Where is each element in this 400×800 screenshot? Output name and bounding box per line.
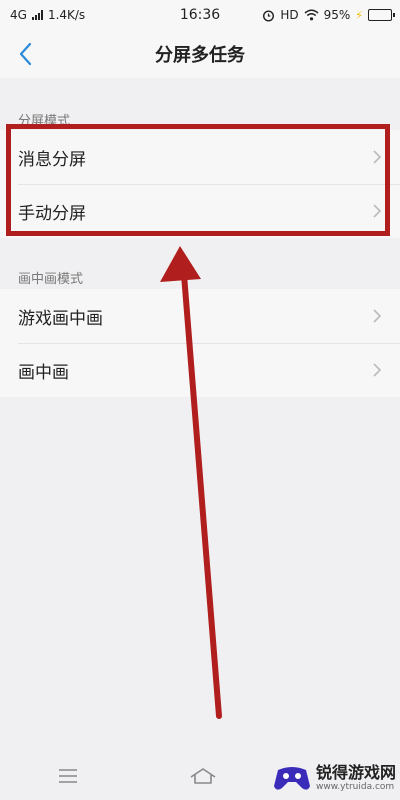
pip-mode-list: 游戏画中画 画中画 <box>0 289 400 397</box>
menu-button[interactable] <box>48 756 88 796</box>
list-item-pip[interactable]: 画中画 <box>0 343 400 397</box>
status-bar: 4G 1.4K/s 16:36 HD 95% ⚡ <box>0 0 400 30</box>
item-label: 手动分屏 <box>18 203 86 224</box>
status-left: 4G 1.4K/s <box>10 8 85 22</box>
chevron-right-icon <box>373 309 382 323</box>
charging-icon: ⚡ <box>355 8 363 22</box>
status-right: HD 95% ⚡ <box>262 8 395 22</box>
alarm-icon <box>263 9 275 22</box>
list-item-manual-split[interactable]: 手动分屏 <box>0 184 400 238</box>
battery-percent: 95% <box>323 8 351 22</box>
section-label-split-mode: 分屏模式 <box>18 114 71 129</box>
back-button[interactable] <box>12 40 40 68</box>
page-title: 分屏多任务 <box>155 45 245 66</box>
split-mode-list: 消息分屏 手动分屏 <box>0 130 400 238</box>
section-label-pip-mode: 画中画模式 <box>18 272 84 287</box>
watermark: 锐得游戏网 www.ytruida.com <box>272 756 400 800</box>
network-type: 4G <box>10 8 27 22</box>
battery-icon <box>368 9 395 21</box>
item-label: 游戏画中画 <box>18 308 103 329</box>
hd-badge: HD <box>280 8 299 22</box>
header: 分屏多任务 <box>0 30 400 78</box>
item-label: 画中画 <box>18 362 69 383</box>
arrow-head <box>160 246 201 282</box>
list-item-message-split[interactable]: 消息分屏 <box>0 130 400 184</box>
item-label: 消息分屏 <box>18 149 86 170</box>
wifi-icon <box>304 9 319 21</box>
list-item-game-pip[interactable]: 游戏画中画 <box>0 289 400 343</box>
watermark-text: 锐得游戏网 www.ytruida.com <box>316 762 397 793</box>
chevron-right-icon <box>373 204 382 218</box>
menu-icon <box>58 769 77 783</box>
home-button[interactable] <box>183 756 223 796</box>
watermark-title: 锐得游戏网 <box>316 762 397 782</box>
chevron-right-icon <box>373 363 382 377</box>
chevron-right-icon <box>373 150 382 164</box>
watermark-url: www.ytruida.com <box>316 781 395 792</box>
network-speed: 1.4K/s <box>47 8 86 22</box>
signal-icon <box>31 10 43 20</box>
gamepad-logo-icon <box>274 767 310 790</box>
home-icon <box>190 768 215 784</box>
chevron-left-icon <box>19 42 32 66</box>
